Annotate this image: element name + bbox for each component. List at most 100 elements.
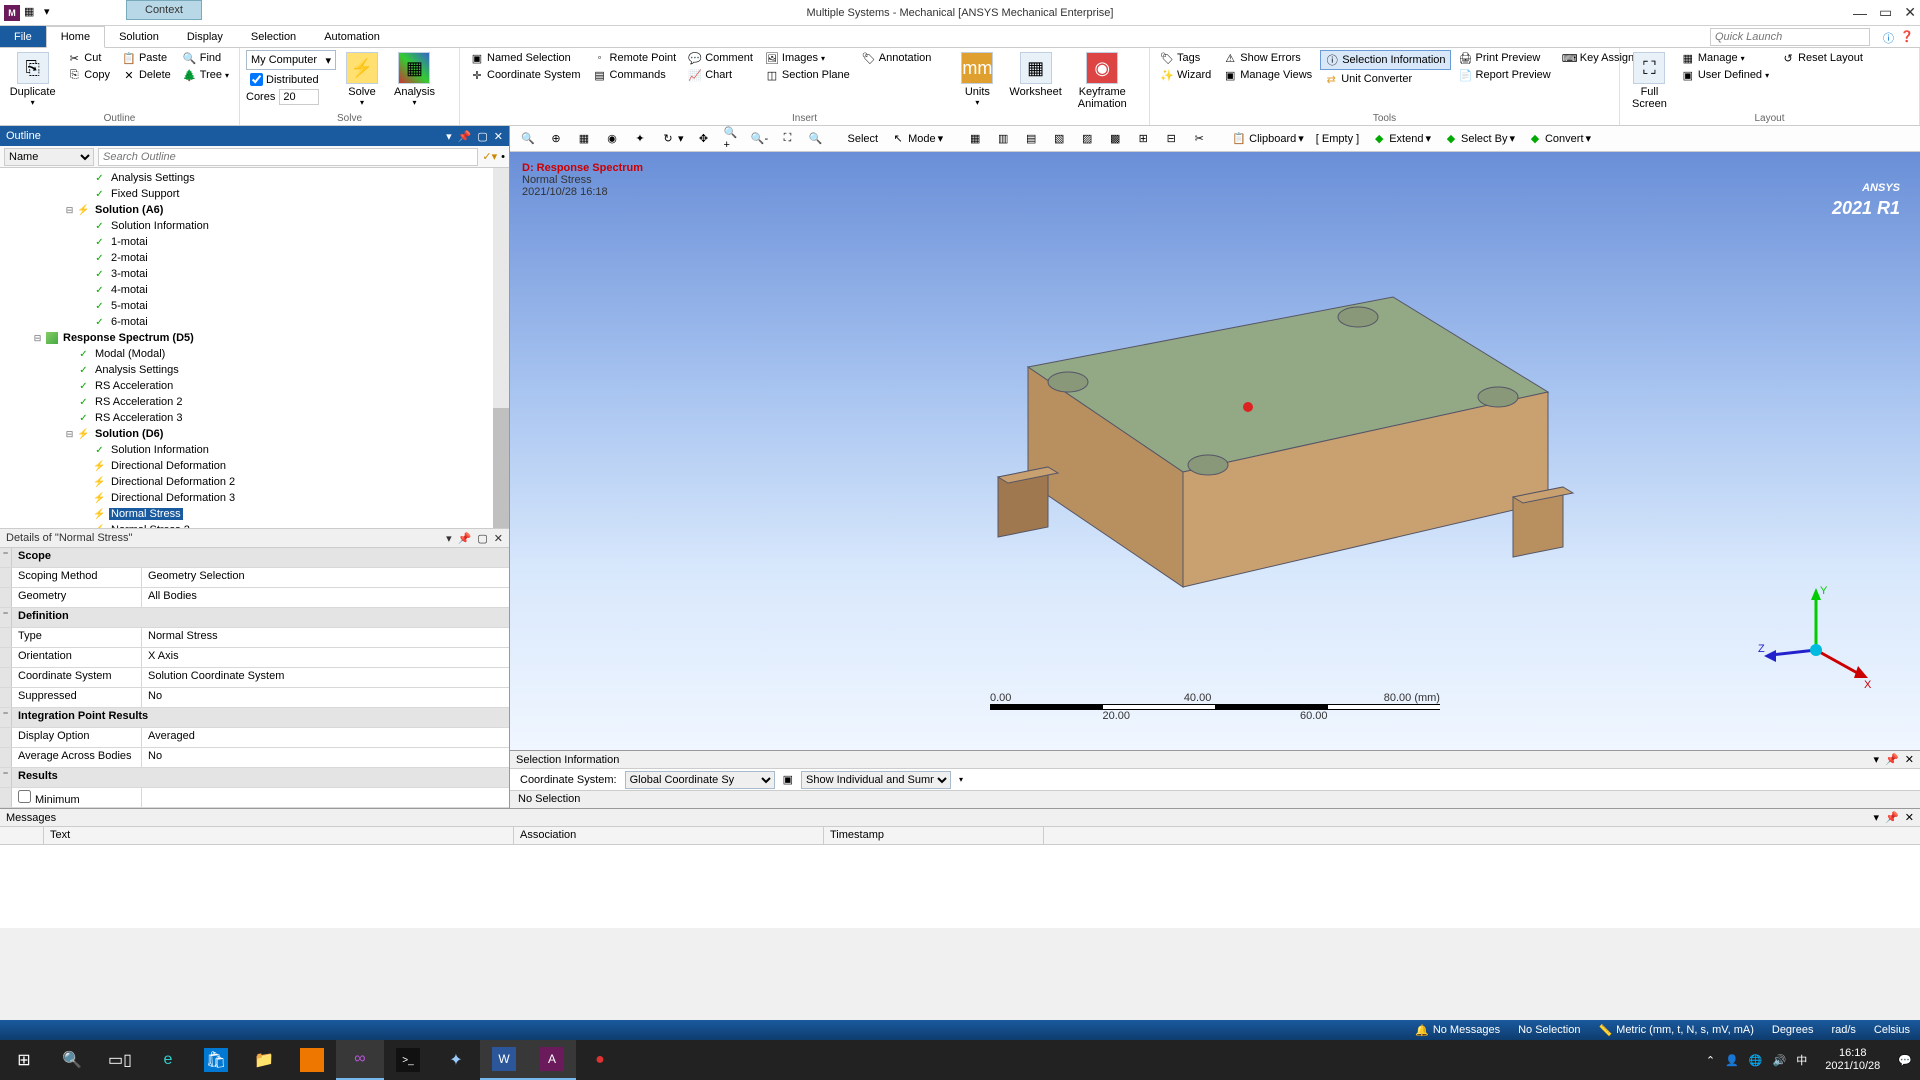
details-dropdown-icon[interactable]: ▾ [446,532,452,545]
vp-clipboard[interactable]: 📋Clipboard▾ [1227,129,1308,149]
tree-item[interactable]: 3-motai [0,266,509,282]
tray-notifications-icon[interactable]: 💬 [1898,1054,1912,1067]
details-row[interactable]: TypeNormal Stress [0,628,509,648]
quick-launch-input[interactable] [1710,28,1870,46]
tree-item[interactable]: 4-motai [0,282,509,298]
msg-dropdown-icon[interactable]: ▾ [1874,811,1880,824]
tree-item[interactable]: 5-motai [0,298,509,314]
details-row[interactable]: Minimum [0,788,509,808]
images-button[interactable]: 🖼Images▾ [761,50,854,66]
vp-grid-8[interactable]: ⊟ [1159,129,1183,149]
reset-layout-button[interactable]: ↺Reset Layout [1777,50,1867,66]
vp-grid-3[interactable]: ▤ [1019,129,1043,149]
analysis-button[interactable]: ▦ Analysis▾ [388,50,441,109]
full-screen-button[interactable]: ⛶ Full Screen [1626,50,1673,112]
record-button[interactable]: ● [576,1040,624,1080]
coord-system-combo[interactable]: Global Coordinate Sy [625,771,775,789]
status-no-messages[interactable]: 🔔No Messages [1415,1024,1500,1037]
wizard-button[interactable]: ✨Wizard [1156,67,1215,83]
vp-zoom-out[interactable]: 🔍- [748,129,772,149]
selinfo-close-icon[interactable]: ✕ [1905,753,1914,766]
details-section[interactable]: −Scope [0,548,509,568]
msg-pin-icon[interactable]: 📌 [1885,811,1899,824]
copy-button[interactable]: ⎘Copy [63,67,114,83]
qat-dropdown-icon[interactable]: ▾ [44,5,60,21]
vp-tool-4[interactable]: ◉ [600,129,624,149]
task-view-button[interactable]: ▭▯ [96,1040,144,1080]
app1-button[interactable] [288,1040,336,1080]
distributed-checkbox[interactable]: Distributed [246,72,336,87]
explorer-button[interactable]: 📁 [240,1040,288,1080]
tray-ime-icon[interactable]: 中 [1796,1052,1807,1068]
vp-mode[interactable]: ↖Mode▾ [886,129,947,149]
details-grid[interactable]: −ScopeScoping MethodGeometry SelectionGe… [0,548,509,808]
tree-item[interactable]: 6-motai [0,314,509,330]
tray-network-icon[interactable]: 🌐 [1749,1054,1763,1067]
tree-item[interactable]: Normal Stress [0,506,509,522]
details-row[interactable]: Coordinate SystemSolution Coordinate Sys… [0,668,509,688]
units-button[interactable]: mm Units▾ [955,50,999,109]
selinfo-pin-icon[interactable]: 📌 [1885,753,1899,766]
tree-item[interactable]: ⊟Response Spectrum (D5) [0,330,509,346]
cores-input[interactable] [279,89,319,105]
vp-rotate[interactable]: ↻▾ [656,129,688,149]
tree-item[interactable]: Normal Stress 2 [0,522,509,528]
find-button[interactable]: 🔍Find [179,50,233,66]
details-pin-icon[interactable]: 📌 [458,532,472,545]
taskbar-clock[interactable]: 16:18 2021/10/28 [1817,1047,1888,1073]
expander-icon[interactable]: ⊟ [64,205,75,216]
vp-convert[interactable]: ◆Convert▾ [1523,129,1595,149]
vp-tool-5[interactable]: ✦ [628,129,652,149]
outline-search-input[interactable] [98,148,478,166]
selection-info-button[interactable]: ⓘSelection Information [1320,50,1450,70]
report-preview-button[interactable]: 📄Report Preview [1455,67,1555,83]
tab-solution[interactable]: Solution [105,26,173,47]
manage-layout-button[interactable]: ▦Manage▾ [1677,50,1773,66]
tab-display[interactable]: Display [173,26,237,47]
outline-popout-icon[interactable]: ▢ [477,130,487,143]
maximize-button[interactable]: ▭ [1879,4,1892,21]
details-section[interactable]: −Definition [0,608,509,628]
tree-item[interactable]: 2-motai [0,250,509,266]
triad-icon[interactable]: Y X Z [1756,580,1876,700]
chart-button[interactable]: 📈Chart [684,67,757,83]
tree-item[interactable]: Solution Information [0,218,509,234]
status-units[interactable]: 📏Metric (mm, t, N, s, mV, mA) [1598,1024,1753,1037]
help2-icon[interactable]: ❓ [1900,30,1914,43]
tray-volume-icon[interactable]: 🔊 [1773,1054,1787,1067]
details-section[interactable]: −Results [0,768,509,788]
expander-icon[interactable]: ⊟ [64,429,75,440]
tab-automation[interactable]: Automation [310,26,394,47]
search-go-icon[interactable]: • [501,151,505,163]
details-section[interactable]: −Integration Point Results [0,708,509,728]
annotation-button[interactable]: 🏷Annotation [858,50,936,66]
keyframe-button[interactable]: ◉ Keyframe Animation [1072,50,1133,112]
ansys-button[interactable]: A [528,1040,576,1080]
details-row[interactable]: Display OptionAveraged [0,728,509,748]
vp-grid-2[interactable]: ▥ [991,129,1015,149]
tab-home[interactable]: Home [46,26,105,48]
qat-icon[interactable]: ▦ [24,5,40,21]
outline-pin-icon[interactable]: 📌 [458,130,472,143]
coordinate-system-button[interactable]: ✛Coordinate System [466,67,585,83]
tree-item[interactable]: RS Acceleration [0,378,509,394]
vp-tool-1[interactable]: 🔍 [516,129,540,149]
store-button[interactable]: 🛍 [192,1040,240,1080]
app3-button[interactable]: ✦ [432,1040,480,1080]
duplicate-button[interactable]: ⎘ Duplicate▾ [6,50,59,109]
vp-grid-5[interactable]: ▨ [1075,129,1099,149]
tree-item[interactable]: Directional Deformation 3 [0,490,509,506]
tags-button[interactable]: 🏷Tags [1156,50,1215,66]
tray-people-icon[interactable]: 👤 [1725,1054,1739,1067]
file-menu[interactable]: File [0,26,46,47]
tree-button[interactable]: 🌲Tree▾ [179,67,233,83]
vp-extend[interactable]: ◆Extend▾ [1367,129,1435,149]
vp-pan[interactable]: ✥ [692,129,716,149]
tab-selection[interactable]: Selection [237,26,310,47]
start-button[interactable]: ⊞ [0,1040,48,1080]
msg-close-icon[interactable]: ✕ [1905,811,1914,824]
details-popout-icon[interactable]: ▢ [477,532,487,545]
cut-button[interactable]: ✂Cut [63,50,114,66]
outline-close-icon[interactable]: ✕ [494,130,503,143]
minimize-button[interactable]: — [1853,5,1867,21]
